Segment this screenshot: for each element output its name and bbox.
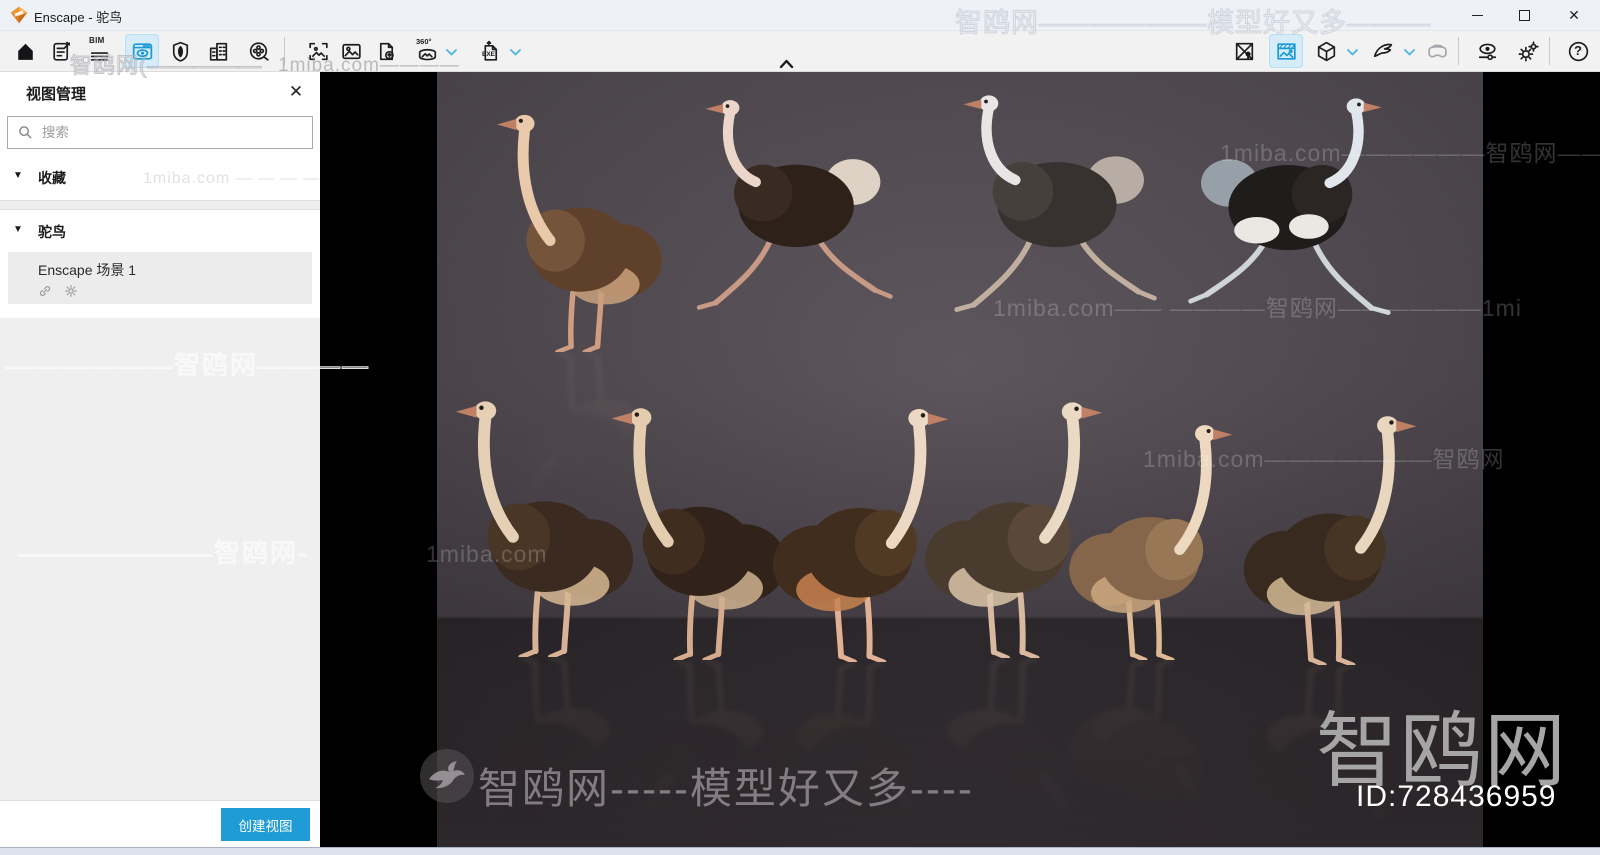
- create-view-button[interactable]: 创建视图: [221, 808, 310, 841]
- wind-feather-chevron[interactable]: [1401, 41, 1417, 61]
- visual-settings-icon[interactable]: [1470, 34, 1504, 68]
- building-icon[interactable]: [201, 34, 235, 68]
- panel-close-button[interactable]: ✕: [284, 80, 308, 104]
- export-video-icon[interactable]: [369, 34, 403, 68]
- ostrich-figure: [1184, 94, 1411, 340]
- panorama-360-icon[interactable]: 360°: [410, 34, 444, 68]
- home-icon[interactable]: [8, 34, 42, 68]
- exe-dropdown-chevron[interactable]: [507, 41, 523, 61]
- wind-feather-icon[interactable]: [1365, 34, 1399, 68]
- ostrich-reflection: [1236, 665, 1428, 847]
- panel-footer: 创建视图: [0, 800, 320, 847]
- general-settings-icon[interactable]: [1511, 34, 1545, 68]
- bim-label: BIM: [89, 36, 105, 45]
- maximize-icon: [1518, 9, 1530, 21]
- ostrich-figure: [1062, 397, 1243, 660]
- ostrich-reflection: [1062, 660, 1243, 847]
- viewport: [320, 72, 1600, 847]
- window-bottom-edge: [0, 847, 1600, 855]
- section-ostrich[interactable]: ▼ 驼鸟: [0, 214, 320, 248]
- view-management-panel: 视图管理 ✕ ▼ 收藏 ▼ 驼鸟 Enscape 场景 1 创建视图: [0, 72, 320, 847]
- scene-view-icon[interactable]: [125, 34, 159, 68]
- ostrich-figure: [934, 91, 1161, 337]
- material-editor-icon[interactable]: [1269, 34, 1303, 68]
- model-library-cube-icon[interactable]: [1309, 34, 1343, 68]
- maximize-button[interactable]: [1501, 0, 1547, 30]
- chevron-down-icon: ▼: [13, 224, 23, 235]
- help-icon[interactable]: ?: [1561, 34, 1595, 68]
- protect-shield-icon[interactable]: [163, 34, 197, 68]
- render-image-icon[interactable]: [334, 34, 368, 68]
- ostrich-figure: [677, 96, 897, 334]
- bim-mode-icon[interactable]: BIM: [82, 34, 116, 68]
- media-export-icon[interactable]: [241, 34, 275, 68]
- scene-item-label: Enscape 场景 1: [38, 262, 137, 278]
- minimize-icon: [1471, 14, 1483, 16]
- section-label: 收藏: [38, 170, 66, 186]
- panorama-label: 360°: [416, 37, 432, 46]
- render-viewport[interactable]: [437, 72, 1483, 847]
- collapse-toolbar-chevron[interactable]: [775, 55, 797, 71]
- vr-headset-icon[interactable]: [1420, 34, 1454, 68]
- exe-label: EXE: [482, 51, 496, 58]
- scene-list-item[interactable]: Enscape 场景 1: [8, 252, 312, 304]
- close-button[interactable]: ✕: [1551, 0, 1597, 30]
- chevron-down-icon: ▼: [13, 170, 23, 181]
- enscape-window: Enscape - 驼鸟 ✕ BIM 360° EXE ? 视图管理 ✕ 搜索 …: [0, 0, 1600, 855]
- panorama-dropdown-chevron[interactable]: [443, 41, 459, 61]
- section-divider: [0, 200, 320, 210]
- sun-icon[interactable]: [64, 284, 78, 298]
- model-library-chevron[interactable]: [1344, 41, 1360, 61]
- minimize-button[interactable]: [1454, 0, 1500, 30]
- panel-header: 视图管理 ✕: [0, 72, 320, 112]
- project-journal-icon[interactable]: [44, 34, 78, 68]
- search-box: [7, 116, 313, 149]
- map-export-icon[interactable]: [1227, 34, 1261, 68]
- panel-title: 视图管理: [26, 86, 87, 103]
- search-icon: [19, 126, 32, 139]
- titlebar: Enscape - 驼鸟 ✕: [0, 0, 1600, 31]
- link-icon[interactable]: [38, 284, 52, 298]
- enscape-logo-icon: [9, 5, 29, 25]
- ostrich-figure: [1236, 387, 1428, 665]
- toolbar-separator: [284, 37, 285, 65]
- toolbar-separator: [1549, 37, 1550, 65]
- help-label: ?: [1574, 43, 1582, 58]
- panel-background: [0, 318, 320, 800]
- export-exe-icon[interactable]: EXE: [473, 34, 507, 68]
- toolbar: BIM 360° EXE ?: [0, 31, 1600, 72]
- window-title: Enscape - 驼鸟: [34, 10, 123, 25]
- section-label: 驼鸟: [38, 224, 66, 240]
- ostrich-figure: [486, 87, 669, 352]
- close-icon: ✕: [1568, 7, 1580, 23]
- section-favorites[interactable]: ▼ 收藏: [0, 160, 320, 194]
- screenshot-icon[interactable]: [301, 34, 335, 68]
- toolbar-separator: [1458, 37, 1459, 65]
- search-input[interactable]: [42, 125, 312, 140]
